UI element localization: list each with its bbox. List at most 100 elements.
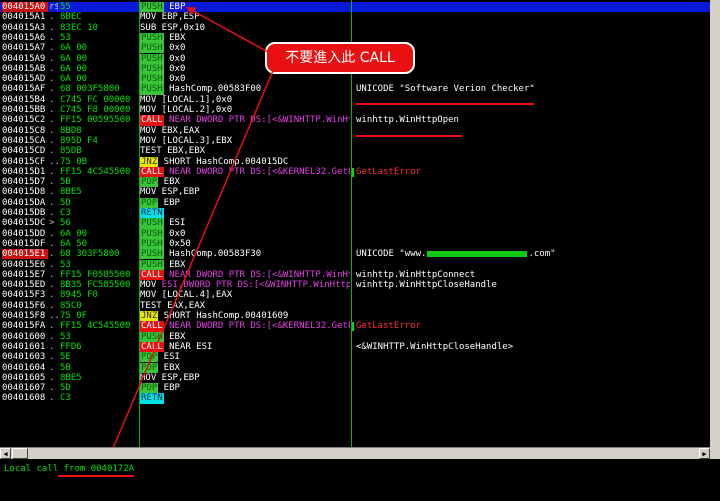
- code-row[interactable]: 004015A0 r$ 55 PUSH EBP: [0, 2, 710, 13]
- code-row[interactable]: 00401604. 5B POP EBX: [0, 362, 710, 373]
- code-row[interactable]: 004015DA. 5D POP EBP: [0, 197, 710, 208]
- address-cell: 00401607: [2, 383, 46, 394]
- jump-marker: .: [49, 208, 55, 218]
- operands: NEAR ESI: [163, 341, 213, 352]
- scroll-left-icon[interactable]: ◀: [0, 448, 11, 459]
- code-row[interactable]: 004015CF..75 0B JNZ SHORT HashComp.004015…: [0, 156, 710, 167]
- code-row[interactable]: 004015CA. 895D F4 MOV [LOCAL.3],EBX: [0, 136, 710, 146]
- disassembly-cell: MOV EBP,ESP: [140, 12, 350, 22]
- jump-marker: .: [49, 228, 55, 239]
- jump-marker: .: [49, 22, 55, 33]
- code-row[interactable]: 004015DD. 6A 00 PUSH 0x0: [0, 228, 710, 239]
- mnemonic: CALL: [140, 269, 164, 281]
- code-row[interactable]: 004015B4. C745 FC 00000 MOV [LOCAL.1],0x0: [0, 95, 710, 105]
- code-row[interactable]: 004015DF. 6A 50 PUSH 0x50: [0, 238, 710, 250]
- code-row[interactable]: 004015E7. FF15 F0585500 CALL NEAR DWORD PT…: [0, 269, 710, 281]
- hex-dump-cell: 8945 F0: [60, 290, 98, 301]
- code-row[interactable]: 004015DC >56 PUSH ESI: [0, 218, 710, 229]
- jump-marker: .: [49, 300, 55, 311]
- code-row[interactable]: 004015E1. 68 303F5800 PUSH HashComp.00583F…: [0, 249, 710, 260]
- code-row[interactable]: 004015F3. 8945 F0 MOV [LOCAL.4],EAX: [0, 290, 710, 300]
- jump-marker: .: [49, 352, 55, 363]
- scroll-thumb[interactable]: [12, 448, 28, 459]
- operands: EBP: [163, 2, 186, 12]
- jump-marker: ..: [49, 156, 58, 167]
- operands: [LOCAL.1],0x0: [156, 94, 233, 105]
- address-cell: 004015A0: [2, 2, 48, 13]
- address-cell: 004015AF: [2, 84, 46, 95]
- code-row[interactable]: 004015A1. 8BEC MOV EBP,ESP: [0, 12, 710, 22]
- code-row[interactable]: 004015AF. 68 003F5800 PUSH HashComp.00583F…: [0, 84, 710, 95]
- code-row[interactable]: 004015FA. FF15 4C545500 CALL NEAR DWORD PT…: [0, 321, 710, 332]
- operands: ESI: [158, 352, 180, 363]
- address-cell: 004015DC: [2, 218, 46, 229]
- address-cell: 004015F6: [2, 300, 46, 311]
- disassembly-cell: PUSH EBX: [140, 259, 350, 270]
- code-row[interactable]: 004015E6. 53 PUSH EBX: [0, 259, 710, 270]
- code-row[interactable]: 00401607. 5D POP EBP: [0, 383, 710, 394]
- address-cell: 004015C2: [2, 115, 46, 126]
- disassembly-cell: MOV EBX,EAX: [140, 126, 350, 136]
- comment-text: UNICODE "www.: [356, 249, 427, 260]
- hex-dump-cell: 8BE5: [60, 187, 82, 198]
- operands: EBP,ESP: [156, 12, 200, 23]
- hex-dump-cell: FF15 4C545500: [60, 321, 131, 332]
- address-cell: 004015A1: [2, 12, 46, 23]
- hex-dump-cell: FF15 F0585500: [60, 269, 131, 280]
- mnemonic: POP: [140, 177, 159, 188]
- code-row[interactable]: 004015F8..75 0F JNZ SHORT HashComp.004016…: [0, 311, 710, 322]
- address-cell: 004015DB: [2, 208, 46, 218]
- operands: SHORT HashComp.00401609: [158, 311, 289, 321]
- hex-dump-cell: 68 303F5800: [60, 249, 120, 260]
- comment-text: GetLastError: [356, 321, 422, 332]
- code-row[interactable]: 004015C8. 8BD8 MOV EBX,EAX: [0, 126, 710, 136]
- code-row[interactable]: 004015C2. FF15 00595500 CALL NEAR DWORD PT…: [0, 115, 710, 126]
- hex-dump-cell: 6A 00: [60, 74, 88, 85]
- address-cell: 004015DA: [2, 197, 46, 208]
- hex-dump-cell: 6A 00: [60, 53, 88, 64]
- jump-marker: ..: [49, 311, 58, 321]
- info-pane: Local call from 0040172A: [0, 459, 720, 501]
- mnemonic: MOV: [140, 290, 157, 301]
- address-cell: 004015E7: [2, 269, 46, 280]
- code-row[interactable]: 00401600. 53 PUSH EBX: [0, 331, 710, 342]
- address-cell: 00401608: [2, 393, 46, 404]
- comment-cell: winhttp.WinHttpConnect: [356, 270, 706, 280]
- code-row[interactable]: 004015BB. C745 F8 00000 MOV [LOCAL.2],0x0: [0, 105, 710, 115]
- operands: ESP,EBP: [156, 372, 200, 383]
- code-row[interactable]: 004015DB. C3 RETN: [0, 208, 710, 219]
- code-row[interactable]: 00401603. 5E POP ESI: [0, 352, 710, 363]
- disassembly-cell: CALL NEAR DWORD PTR DS:[<&KERNEL32.GetLa: [140, 166, 350, 178]
- jump-marker: .: [49, 12, 55, 23]
- code-row[interactable]: 004015ED. 8B35 FC585500 MOV ESI,DWORD PTR …: [0, 280, 710, 290]
- hex-dump-cell: C3: [60, 208, 71, 218]
- disassembly-cell: RETN: [140, 393, 350, 404]
- disassembly-cell: TEST EAX,EAX: [140, 301, 350, 311]
- code-row[interactable]: 00401605. 8BE5 MOV ESP,EBP: [0, 373, 710, 383]
- code-row[interactable]: 00401608. C3 RETN: [0, 393, 710, 404]
- code-row[interactable]: 004015D1. FF15 4C545500 CALL NEAR DWORD PT…: [0, 166, 710, 178]
- scroll-right-icon[interactable]: ▶: [699, 448, 710, 459]
- code-row[interactable]: 004015D7. 5B POP EBX: [0, 177, 710, 188]
- disassembly-cell: JNZ SHORT HashComp.004015DC: [140, 156, 350, 167]
- comment-cell: UNICODE "Software Verion Checker": [356, 84, 706, 94]
- operands: 0x0: [163, 228, 186, 239]
- code-row[interactable]: 004015F6. 85C0 TEST EAX,EAX: [0, 301, 710, 311]
- hex-dump-cell: 53: [60, 331, 71, 342]
- jump-marker: .: [49, 238, 55, 249]
- code-row[interactable]: 004015CD. 85DB TEST EBX,EBX: [0, 146, 710, 156]
- hex-dump-cell: 5E: [60, 352, 71, 363]
- disassembly-cell: SUB ESP,0x10: [140, 23, 350, 33]
- mnemonic: SUB: [140, 22, 157, 33]
- mnemonic: PUSH: [140, 84, 164, 95]
- hex-dump-cell: 85DB: [60, 146, 82, 157]
- vertical-scrollbar[interactable]: [710, 0, 720, 459]
- code-row[interactable]: 00401601. FFD6 CALL NEAR ESI <&WINHTTP.WinH…: [0, 341, 710, 353]
- jump-marker: .: [49, 393, 55, 404]
- jump-marker: .: [49, 259, 55, 270]
- address-cell: 004015AB: [2, 63, 46, 74]
- code-row[interactable]: 004015D8. 8BE5 MOV ESP,EBP: [0, 187, 710, 197]
- mnemonic: POP: [140, 352, 159, 363]
- code-row[interactable]: 004015A3. 83EC 10 SUB ESP,0x10: [0, 23, 710, 33]
- code-row[interactable]: 004015AD. 6A 00 PUSH 0x0: [0, 74, 710, 85]
